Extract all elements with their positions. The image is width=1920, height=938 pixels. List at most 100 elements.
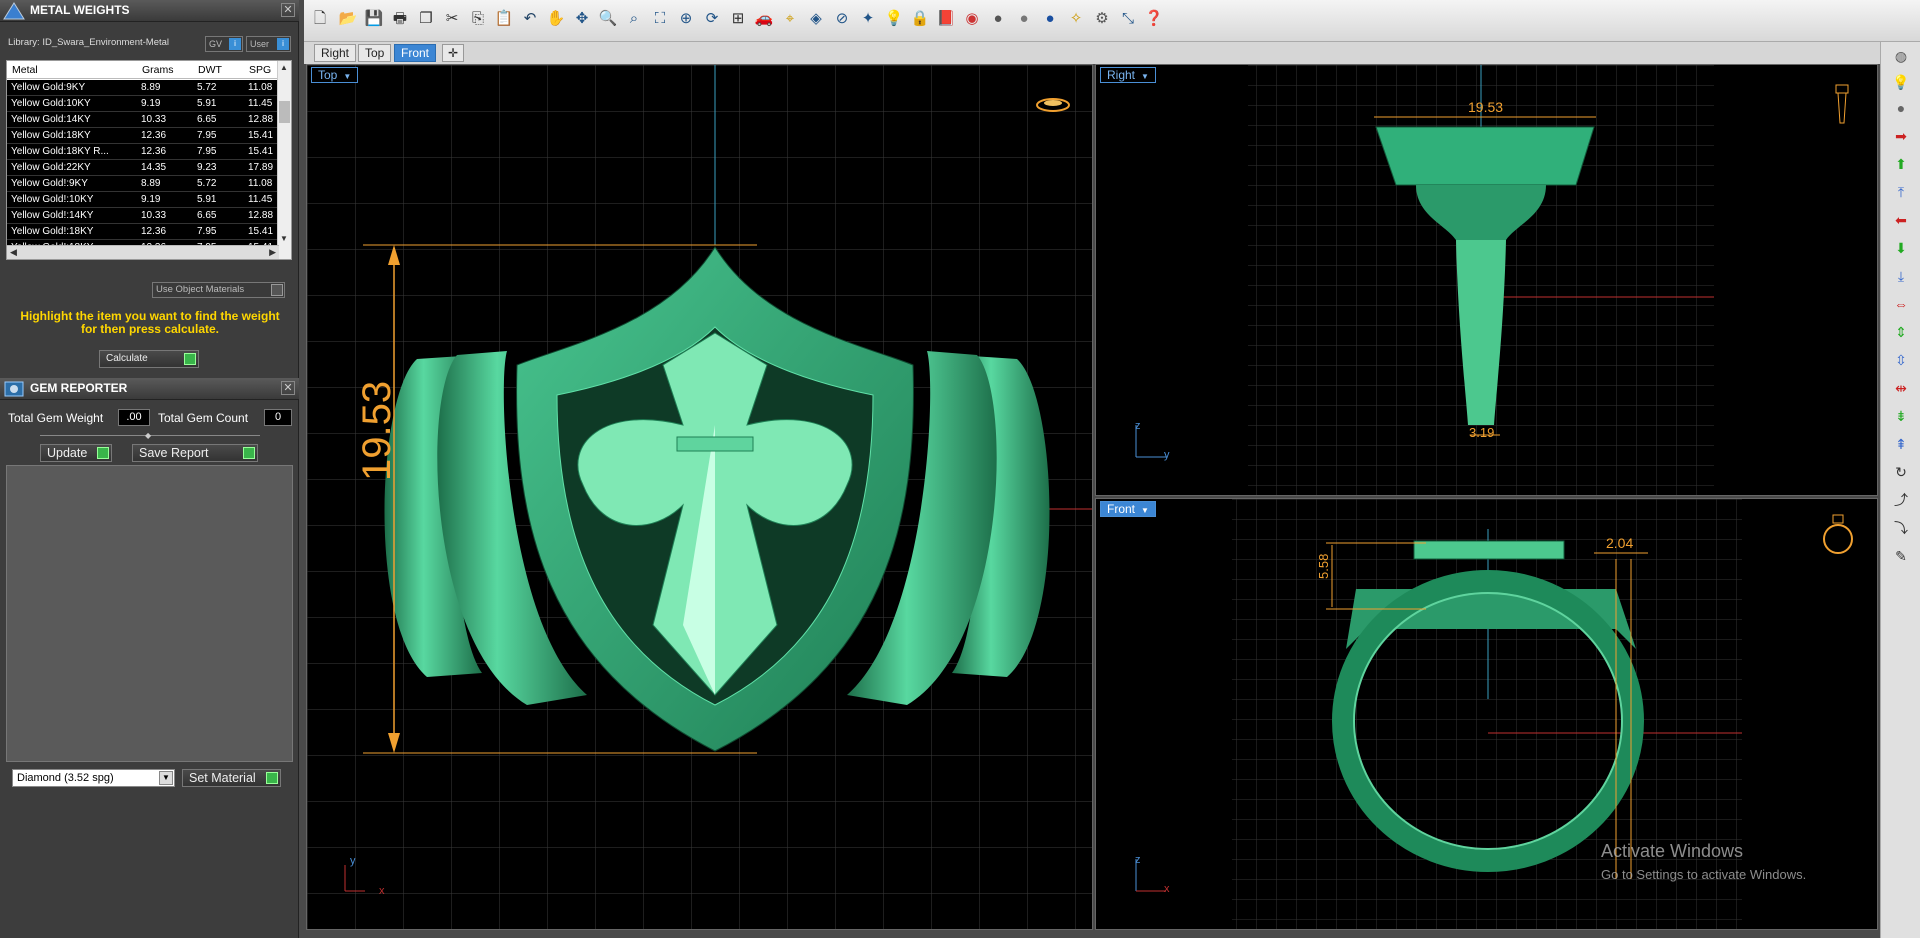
- table-row[interactable]: Yellow Gold:18KY R... 12.36 7.95 15.41: [7, 144, 279, 160]
- bend-icon[interactable]: ⤴: [1891, 490, 1911, 510]
- tab-right[interactable]: Right: [314, 44, 357, 62]
- total-gem-weight-field[interactable]: .00: [118, 409, 150, 426]
- zoom-extents-icon[interactable]: ⛶: [650, 9, 670, 29]
- arrow-up-icon[interactable]: ⬆: [1891, 154, 1911, 174]
- magic-wand-icon[interactable]: ✧: [1066, 9, 1086, 29]
- lock-icon[interactable]: 🔒: [910, 9, 930, 29]
- paste-icon[interactable]: 📋: [494, 9, 514, 29]
- table-row[interactable]: Yellow Gold:10KY 9.19 5.91 11.45: [7, 96, 279, 112]
- user-toggle[interactable]: User i: [246, 36, 291, 52]
- color-wheel-icon[interactable]: ◉: [962, 9, 982, 29]
- set-material-button[interactable]: Set Material: [182, 769, 281, 787]
- snap-icon[interactable]: ⌖: [780, 9, 800, 29]
- table-row[interactable]: Yellow Gold!:9KY 8.89 5.72 11.08: [7, 176, 279, 192]
- history-icon[interactable]: ⊘: [832, 9, 852, 29]
- axis-y-label: y: [350, 855, 356, 867]
- chevron-down-icon[interactable]: ▼: [159, 771, 173, 785]
- right-viewport[interactable]: Right ▼ 19.53 3.19 z y: [1095, 64, 1878, 496]
- cut-icon[interactable]: ✂: [442, 9, 462, 29]
- scroll-left-icon[interactable]: ◀: [10, 247, 17, 258]
- open-folder-icon[interactable]: 📂: [338, 9, 358, 29]
- new-file-icon[interactable]: 🗋: [310, 9, 330, 29]
- print-icon[interactable]: 🖶: [390, 9, 410, 29]
- save-icon[interactable]: 💾: [364, 9, 384, 29]
- arrow-right-icon[interactable]: ➡: [1891, 126, 1911, 146]
- col-dwt[interactable]: DWT: [198, 64, 222, 76]
- rotate-view-icon[interactable]: ⟳: [702, 9, 722, 29]
- material-select[interactable]: Diamond (3.52 spg) ▼: [12, 769, 175, 787]
- gv-toggle[interactable]: GV i: [205, 36, 243, 52]
- move-down-icon[interactable]: ⤓: [1891, 266, 1911, 286]
- tab-front[interactable]: Front: [394, 44, 437, 62]
- move-icon[interactable]: ✥: [572, 9, 592, 29]
- add-tab-icon[interactable]: ✛: [442, 44, 465, 62]
- copy-page-icon[interactable]: ❐: [416, 9, 436, 29]
- pan-hand-icon[interactable]: ✋: [546, 9, 566, 29]
- splitter-handle-icon[interactable]: ◆: [145, 431, 151, 440]
- scale-horizontal-icon[interactable]: ⇔: [1891, 294, 1911, 314]
- table-row[interactable]: Yellow Gold!:10KY 9.19 5.91 11.45: [7, 192, 279, 208]
- book-icon[interactable]: 📕: [936, 9, 956, 29]
- arrow-down-icon[interactable]: ⬇: [1891, 238, 1911, 258]
- zoom-selected-icon[interactable]: ⊕: [676, 9, 696, 29]
- four-views-icon[interactable]: ⊞: [728, 9, 748, 29]
- table-row[interactable]: Yellow Gold:18KY 12.36 7.95 15.41: [7, 128, 279, 144]
- settings-gears-icon[interactable]: ⚙: [1092, 9, 1112, 29]
- measure-icon[interactable]: ✦: [858, 9, 878, 29]
- shrink-vertical-icon[interactable]: ⇟: [1891, 406, 1911, 426]
- shade-sphere-icon[interactable]: ●: [988, 9, 1008, 29]
- total-gem-count-field[interactable]: 0: [264, 409, 292, 426]
- shrink-horizontal-icon[interactable]: ⇹: [1891, 378, 1911, 398]
- zoom-icon[interactable]: 🔍: [598, 9, 618, 29]
- tab-top[interactable]: Top: [358, 44, 392, 62]
- col-metal[interactable]: Metal: [12, 64, 38, 76]
- table-vertical-scrollbar[interactable]: ▲ ▼: [277, 61, 291, 259]
- calculate-button[interactable]: Calculate: [99, 350, 199, 368]
- close-icon[interactable]: ✕: [281, 381, 295, 395]
- sphere-icon[interactable]: ●: [1891, 98, 1911, 118]
- light-bulb-icon[interactable]: 💡: [1891, 72, 1911, 92]
- light-bulb-icon[interactable]: 💡: [884, 9, 904, 29]
- arrow-left-icon[interactable]: ⬅: [1891, 210, 1911, 230]
- scroll-thumb[interactable]: [279, 101, 290, 123]
- scroll-up-icon[interactable]: ▲: [280, 63, 288, 72]
- viewport-label-top[interactable]: Top ▼: [311, 67, 359, 83]
- metal-table[interactable]: Metal Grams DWT SPG Yellow Gold:9KY 8.89 5…: [6, 60, 292, 260]
- scale-depth-icon[interactable]: ⇳: [1891, 350, 1911, 370]
- table-row[interactable]: Yellow Gold!:18KY 12.36 7.95 15.41: [7, 224, 279, 240]
- scale-vertical-icon[interactable]: ⇕: [1891, 322, 1911, 342]
- use-object-materials-checkbox[interactable]: Use Object Materials: [152, 282, 285, 298]
- eraser-icon[interactable]: ✎: [1891, 546, 1911, 566]
- close-icon[interactable]: ✕: [281, 3, 295, 17]
- save-report-button[interactable]: Save Report: [132, 444, 258, 462]
- scroll-right-icon[interactable]: ▶: [269, 247, 276, 258]
- layers-icon[interactable]: ◈: [806, 9, 826, 29]
- col-grams[interactable]: Grams: [142, 64, 174, 76]
- front-viewport[interactable]: Front ▼ 5.58 2.04 z x Activate Windows Go…: [1095, 498, 1878, 930]
- main-viewport[interactable]: Top ▼ 19.53 y x: [306, 64, 1093, 930]
- viewport-label-front[interactable]: Front ▼: [1100, 501, 1156, 517]
- shrink-depth-icon[interactable]: ⇞: [1891, 434, 1911, 454]
- update-button[interactable]: Update: [40, 444, 112, 462]
- table-row[interactable]: Yellow Gold:9KY 8.89 5.72 11.08: [7, 80, 279, 96]
- zoom-window-icon[interactable]: ⌕: [624, 9, 644, 29]
- scale-icon[interactable]: ⤡: [1118, 9, 1138, 29]
- table-horizontal-scrollbar[interactable]: ◀ ▶: [7, 245, 279, 259]
- gem-report-area[interactable]: [6, 465, 293, 762]
- help-icon[interactable]: ❓: [1144, 9, 1164, 29]
- viewport-label-right[interactable]: Right ▼: [1100, 67, 1156, 83]
- rotate-icon[interactable]: ↻: [1891, 462, 1911, 482]
- table-row[interactable]: Yellow Gold:22KY 14.35 9.23 17.89: [7, 160, 279, 176]
- scroll-down-icon[interactable]: ▼: [280, 234, 288, 243]
- render-sphere-icon[interactable]: ●: [1014, 9, 1034, 29]
- car-icon[interactable]: 🚗: [754, 9, 774, 29]
- undo-icon[interactable]: ↶: [520, 9, 540, 29]
- copy-icon[interactable]: ⎘: [468, 9, 488, 29]
- move-up-icon[interactable]: ⤒: [1891, 182, 1911, 202]
- material-sphere-icon[interactable]: ●: [1040, 9, 1060, 29]
- table-row[interactable]: Yellow Gold:14KY 10.33 6.65 12.88: [7, 112, 279, 128]
- twist-icon[interactable]: ⤵: [1891, 518, 1911, 538]
- globe-icon[interactable]: ◍: [1891, 46, 1911, 66]
- table-row[interactable]: Yellow Gold!:14KY 10.33 6.65 12.88: [7, 208, 279, 224]
- col-spg[interactable]: SPG: [249, 64, 271, 76]
